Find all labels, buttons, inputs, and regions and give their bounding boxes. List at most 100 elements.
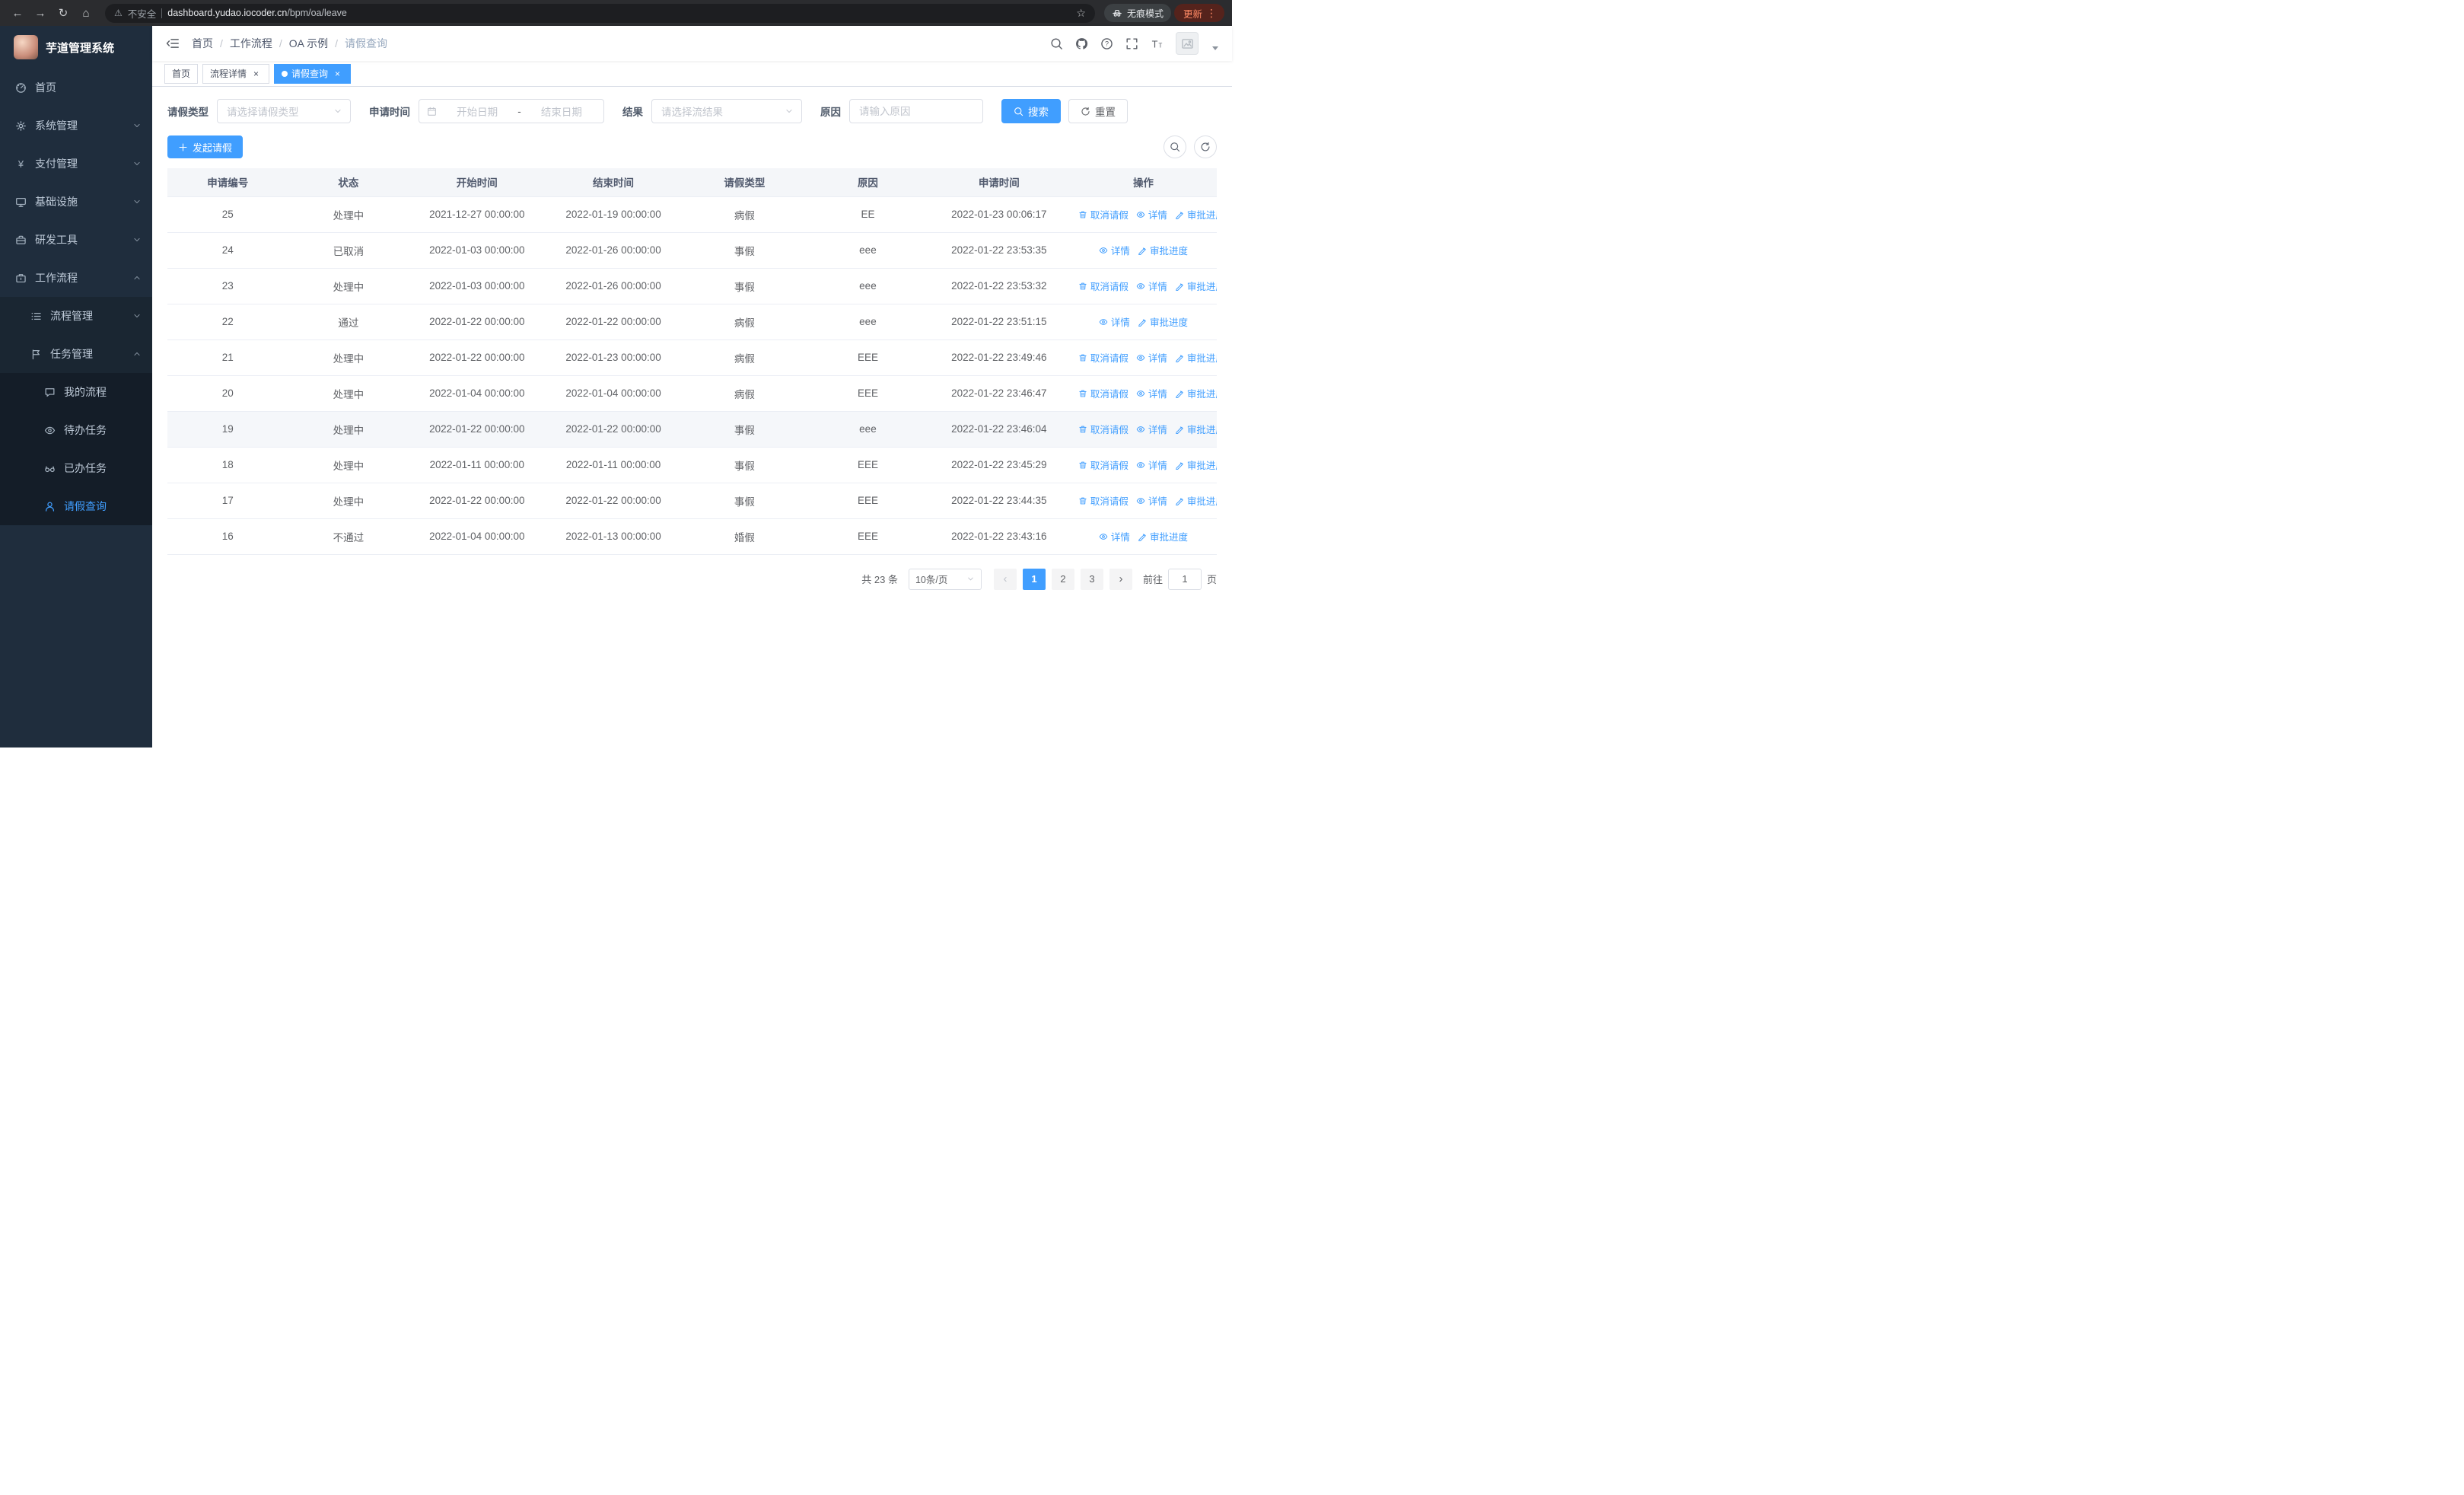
trash-icon [1078, 282, 1087, 291]
prev-page-button[interactable]: ‹ [993, 568, 1017, 590]
chevron-down-icon [132, 197, 142, 206]
cancel-action-link[interactable]: 取消请假 [1078, 493, 1129, 508]
table-cell: 已取消 [288, 232, 409, 269]
progress-action-link[interactable]: 审批进度 [1138, 529, 1188, 543]
progress-action-link[interactable]: 审批进度 [1175, 422, 1217, 436]
breadcrumb-item[interactable]: 首页 [192, 36, 213, 51]
table-cell: 2022-01-23 00:06:17 [928, 196, 1070, 233]
sidebar-item-workflow[interactable]: 工作流程 [0, 259, 152, 297]
next-page-button[interactable]: › [1109, 568, 1132, 590]
sidebar-item-process-mgmt[interactable]: 流程管理 [0, 297, 152, 335]
sidebar-item-devtools[interactable]: 研发工具 [0, 221, 152, 259]
sidebar-item-done-task[interactable]: 已办任务 [0, 449, 152, 487]
tab-process-detail[interactable]: 流程详情 × [202, 63, 270, 84]
detail-action-link[interactable]: 详情 [1136, 457, 1167, 472]
table-cell: 事假 [681, 268, 808, 304]
close-tab-icon[interactable]: × [332, 68, 343, 79]
chevron-down-icon [132, 159, 142, 168]
sidebar-item-label: 系统管理 [35, 120, 78, 132]
sidebar-item-todo-task[interactable]: 待办任务 [0, 411, 152, 449]
detail-action-link[interactable]: 详情 [1136, 422, 1167, 436]
progress-action-link[interactable]: 审批进度 [1175, 386, 1217, 400]
detail-action-link[interactable]: 详情 [1099, 314, 1130, 329]
leave-type-select[interactable]: 请选择请假类型 [217, 99, 351, 123]
page-size-select[interactable]: 10条/页 [908, 568, 982, 590]
search-icon[interactable] [1050, 37, 1063, 50]
tab-leave-query[interactable]: 请假查询 × [274, 63, 352, 84]
page-number-3[interactable]: 3 [1080, 568, 1103, 590]
create-leave-button[interactable]: 发起请假 [167, 135, 244, 158]
forward-button[interactable]: → [30, 3, 50, 23]
chevron-down-icon [132, 121, 142, 130]
table-cell: 21 [167, 339, 288, 376]
progress-action-link[interactable]: 审批进度 [1138, 243, 1188, 257]
sidebar-item-label: 基础设施 [35, 196, 78, 208]
back-button[interactable]: ← [8, 3, 27, 23]
progress-action-link[interactable]: 审批进度 [1175, 207, 1217, 222]
progress-action-link[interactable]: 审批进度 [1175, 493, 1217, 508]
tab-home[interactable]: 首页 [164, 63, 199, 84]
bookmark-star-icon[interactable]: ☆ [1076, 7, 1086, 20]
reason-input[interactable] [859, 100, 973, 123]
page-number-2[interactable]: 2 [1051, 568, 1074, 590]
refresh-table-button[interactable] [1194, 135, 1217, 158]
sidebar-item-leave-query[interactable]: 请假查询 [0, 487, 152, 525]
update-button[interactable]: 更新 ⋮ [1173, 4, 1224, 22]
fullscreen-icon[interactable] [1125, 37, 1138, 50]
progress-action-link[interactable]: 审批进度 [1138, 314, 1188, 329]
cancel-action-link[interactable]: 取消请假 [1078, 386, 1129, 400]
detail-action-link[interactable]: 详情 [1136, 493, 1167, 508]
toggle-search-button[interactable] [1164, 135, 1186, 158]
breadcrumb-item[interactable]: OA 示例 [289, 36, 328, 51]
sidebar-item-task-mgmt[interactable]: 任务管理 [0, 335, 152, 373]
sidebar-logo[interactable]: 芋道管理系统 [0, 26, 152, 69]
user-icon [44, 501, 56, 512]
search-button[interactable]: 搜索 [1001, 99, 1061, 123]
help-icon[interactable]: ? [1100, 37, 1113, 50]
apply-time-range-picker[interactable]: 开始日期 - 结束日期 [419, 99, 604, 123]
browser-menu-icon[interactable]: ⋮ [1202, 7, 1221, 20]
avatar-caret-icon[interactable] [1212, 46, 1218, 50]
cancel-action-link[interactable]: 取消请假 [1078, 279, 1129, 293]
cancel-action-link[interactable]: 取消请假 [1078, 207, 1129, 222]
sidebar-collapse-icon[interactable] [166, 37, 180, 50]
table-cell: 2022-01-19 00:00:00 [545, 196, 682, 233]
user-avatar[interactable] [1176, 32, 1199, 55]
action-label: 取消请假 [1090, 353, 1129, 364]
column-header: 请假类型 [681, 168, 808, 197]
progress-action-link[interactable]: 审批进度 [1175, 457, 1217, 472]
close-tab-icon[interactable]: × [250, 68, 262, 79]
reload-button[interactable]: ↻ [53, 3, 73, 23]
detail-action-link[interactable]: 详情 [1099, 529, 1130, 543]
progress-action-link[interactable]: 审批进度 [1175, 279, 1217, 293]
sidebar-item-payment[interactable]: ¥ 支付管理 [0, 145, 152, 183]
detail-action-link[interactable]: 详情 [1136, 350, 1167, 365]
progress-action-link[interactable]: 审批进度 [1175, 350, 1217, 365]
home-button[interactable]: ⌂ [76, 3, 96, 23]
breadcrumb-item[interactable]: 工作流程 [230, 36, 272, 51]
detail-action-link[interactable]: 详情 [1099, 243, 1130, 257]
total-count: 共 23 条 [861, 574, 898, 585]
address-bar[interactable]: ⚠ 不安全 dashboard.yudao.iocoder.cn/bpm/oa/… [105, 3, 1095, 23]
goto-page-input[interactable] [1167, 568, 1202, 590]
cancel-action-link[interactable]: 取消请假 [1078, 422, 1129, 436]
table-cell: 17 [167, 483, 288, 519]
detail-action-link[interactable]: 详情 [1136, 386, 1167, 400]
reset-button[interactable]: 重置 [1068, 99, 1128, 123]
sidebar-item-system[interactable]: 系统管理 [0, 107, 152, 145]
cancel-action-link[interactable]: 取消请假 [1078, 457, 1129, 472]
cancel-action-link[interactable]: 取消请假 [1078, 350, 1129, 365]
column-header: 状态 [288, 168, 409, 197]
github-icon[interactable] [1075, 37, 1088, 50]
leave-table: 申请编号 状态 开始时间 结束时间 请假类型 原因 申请时间 操作 25 处理中 2021-12-… [167, 168, 1217, 555]
detail-action-link[interactable]: 详情 [1136, 207, 1167, 222]
sidebar-item-my-process[interactable]: 我的流程 [0, 373, 152, 411]
refresh-icon [1200, 142, 1211, 152]
font-size-icon[interactable]: TT [1151, 37, 1164, 50]
result-select[interactable]: 请选择流结果 [651, 99, 802, 123]
sidebar-item-infra[interactable]: 基础设施 [0, 183, 152, 221]
page-number-1[interactable]: 1 [1022, 568, 1046, 590]
detail-action-link[interactable]: 详情 [1136, 279, 1167, 293]
sidebar-item-home[interactable]: 首页 [0, 69, 152, 107]
row-actions: 取消请假 详情 审批进度 [1069, 196, 1217, 233]
